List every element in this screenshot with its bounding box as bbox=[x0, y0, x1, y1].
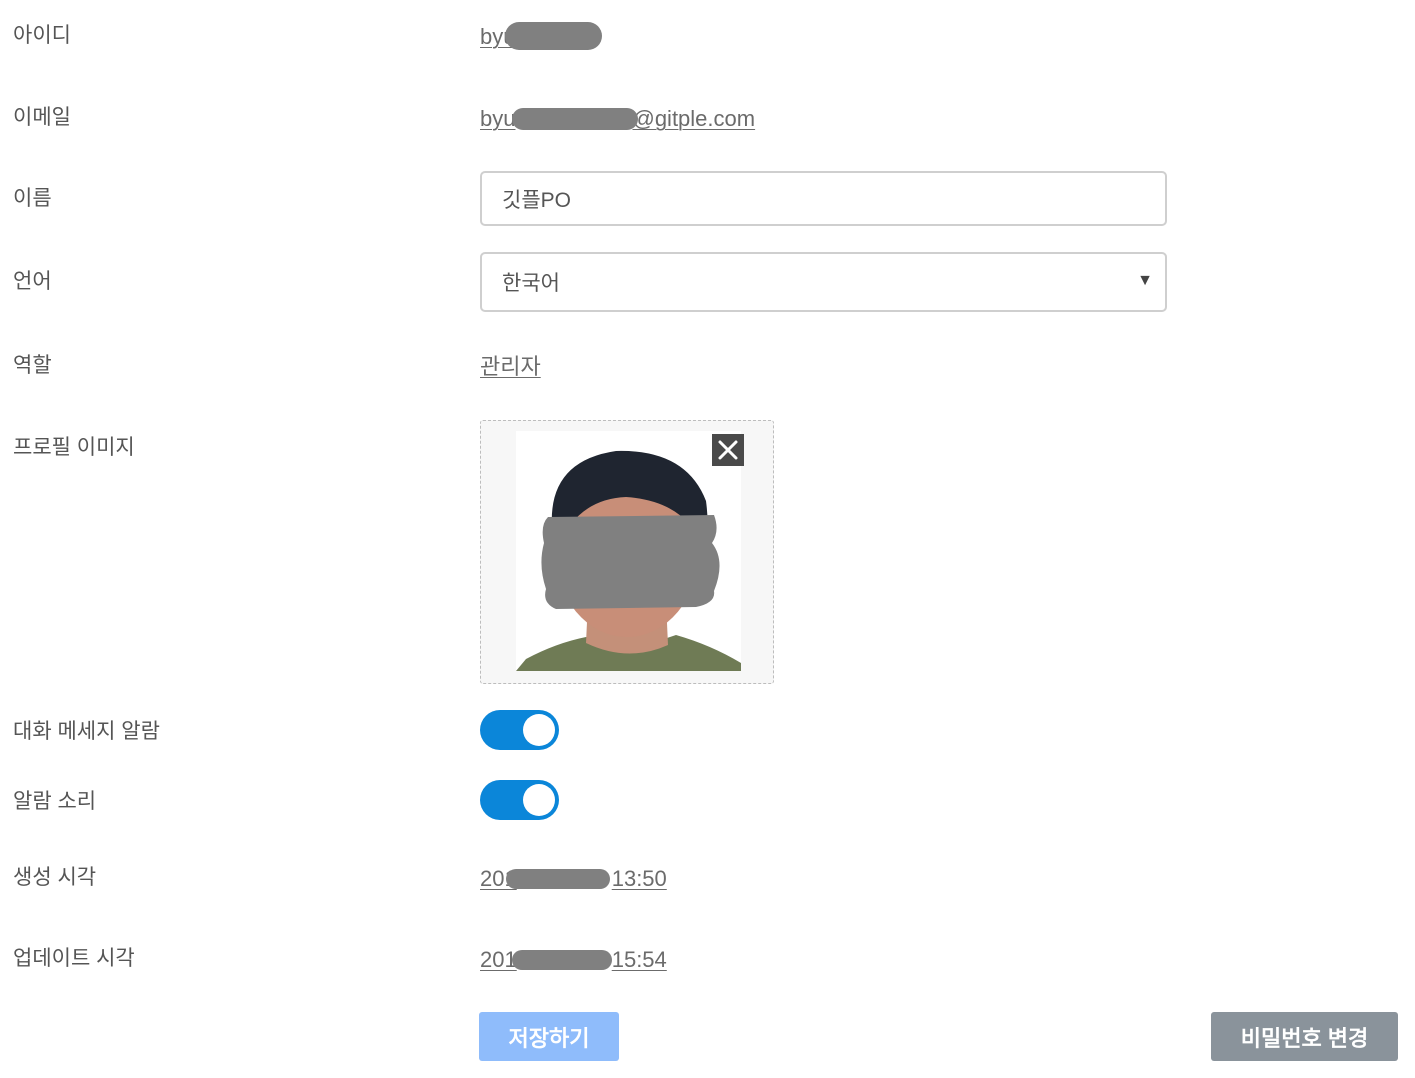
chat-alert-toggle[interactable] bbox=[480, 710, 559, 750]
profile-photo bbox=[516, 431, 741, 671]
remove-image-button[interactable] bbox=[712, 434, 744, 466]
language-select-value: 한국어 bbox=[502, 272, 560, 295]
email-redaction bbox=[512, 108, 638, 130]
close-icon bbox=[718, 440, 738, 460]
dropdown-triangle-icon: ▼ bbox=[1137, 272, 1153, 290]
id-redaction bbox=[505, 22, 602, 50]
save-button[interactable]: 저장하기 bbox=[479, 1012, 619, 1061]
created-at-redaction bbox=[506, 869, 610, 889]
name-input-value: 깃플PO bbox=[502, 188, 571, 212]
role-value[interactable]: 관리자 bbox=[480, 354, 541, 380]
chat-alert-label: 대화 메세지 알람 bbox=[13, 720, 160, 743]
toggle-knob bbox=[523, 784, 555, 816]
alert-sound-label: 알람 소리 bbox=[13, 790, 97, 813]
change-password-button[interactable]: 비밀번호 변경 bbox=[1211, 1012, 1398, 1061]
toggle-knob bbox=[523, 714, 555, 746]
name-label: 이름 bbox=[13, 187, 52, 210]
updated-at-redaction bbox=[512, 950, 612, 970]
language-label: 언어 bbox=[13, 270, 52, 293]
language-select[interactable]: 한국어 ▼ bbox=[480, 252, 1167, 312]
name-input[interactable]: 깃플PO bbox=[480, 171, 1167, 226]
profile-image-dropzone[interactable] bbox=[480, 420, 774, 684]
profile-settings-page: 아이디 byu 이메일 byu @gitple.com 이름 깃플PO 언어 한국… bbox=[0, 0, 1415, 1078]
alert-sound-toggle[interactable] bbox=[480, 780, 559, 820]
id-label: 아이디 bbox=[13, 24, 71, 47]
role-label: 역할 bbox=[13, 354, 52, 377]
updated-at-label: 업데이트 시각 bbox=[13, 947, 135, 970]
profile-image-label: 프로필 이미지 bbox=[13, 436, 135, 459]
person-photo-icon bbox=[516, 431, 741, 671]
created-at-label: 생성 시각 bbox=[13, 866, 97, 889]
email-label: 이메일 bbox=[13, 106, 71, 129]
